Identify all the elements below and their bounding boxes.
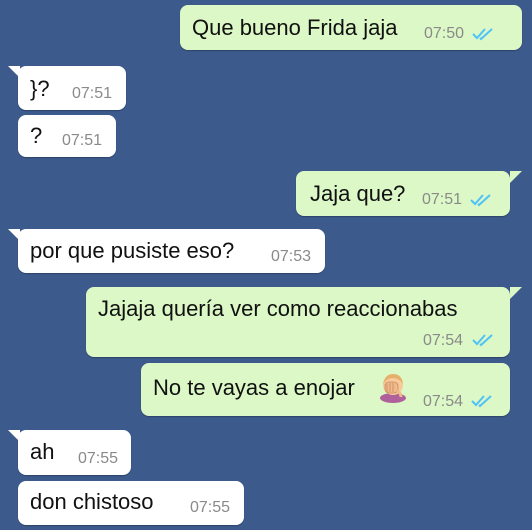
message-time: 07:54 bbox=[423, 393, 464, 410]
bubble-tail bbox=[510, 287, 522, 299]
message-bubble-outgoing[interactable]: No te vayas a enojar 07:54 bbox=[141, 363, 510, 416]
message-bubble-outgoing[interactable]: Jajaja quería ver como reaccionabas 07:5… bbox=[86, 287, 510, 357]
message-text: ah bbox=[30, 439, 55, 464]
message-bubble-outgoing[interactable]: Jaja que? 07:51 bbox=[296, 171, 510, 216]
face-palm-emoji-icon bbox=[380, 374, 406, 403]
bubble-tail bbox=[510, 171, 522, 183]
message-bubble-incoming[interactable]: don chistoso 07:55 bbox=[18, 481, 244, 525]
message-time: 07:51 bbox=[72, 85, 113, 102]
message-time: 07:51 bbox=[422, 191, 463, 208]
double-check-icon bbox=[472, 334, 493, 347]
message-time: 07:54 bbox=[423, 332, 464, 349]
message-text: Que bueno Frida jaja bbox=[192, 15, 398, 40]
message-time: 07:50 bbox=[424, 25, 465, 42]
message-time: 07:53 bbox=[271, 248, 312, 265]
message-text: Jajaja quería ver como reaccionabas bbox=[98, 296, 458, 321]
message-text: }? bbox=[30, 76, 50, 101]
message-bubble-incoming[interactable]: ? 07:51 bbox=[18, 115, 116, 157]
message-text: No te vayas a enojar bbox=[153, 375, 355, 400]
message-bubble-incoming[interactable]: por que pusiste eso? 07:53 bbox=[18, 229, 325, 273]
message-bubble-incoming[interactable]: }? 07:51 bbox=[18, 66, 126, 110]
double-check-icon bbox=[470, 194, 491, 207]
message-time: 07:55 bbox=[78, 450, 119, 467]
message-text: ? bbox=[30, 123, 43, 148]
double-check-icon bbox=[471, 395, 492, 408]
message-bubble-incoming[interactable]: ah 07:55 bbox=[18, 430, 131, 475]
message-text: por que pusiste eso? bbox=[30, 238, 235, 263]
message-time: 07:55 bbox=[190, 499, 231, 516]
message-text: don chistoso bbox=[30, 489, 154, 514]
message-time: 07:51 bbox=[62, 132, 103, 149]
double-check-icon bbox=[472, 28, 493, 41]
message-bubble-outgoing[interactable]: Que bueno Frida jaja 07:50 bbox=[180, 5, 522, 50]
message-text: Jaja que? bbox=[310, 181, 406, 206]
